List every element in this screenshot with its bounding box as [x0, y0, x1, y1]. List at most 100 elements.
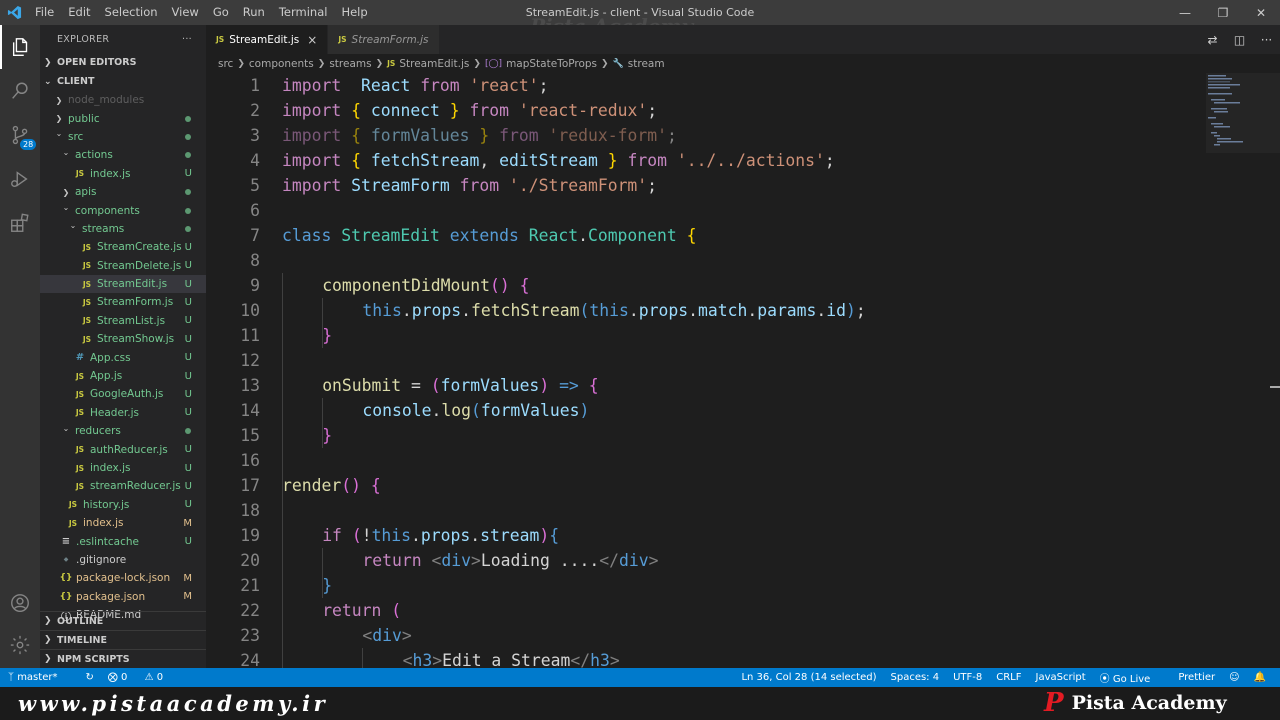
tree-item-label: StreamEdit.js — [97, 278, 168, 291]
line-number: 5 — [250, 176, 260, 195]
branch-indicator[interactable]: ᛉ master* — [8, 672, 71, 683]
menu-terminal[interactable]: Terminal — [272, 0, 335, 25]
sync-icon[interactable]: ↻ — [85, 672, 93, 683]
outline-section[interactable]: ❯ OUTLINE — [40, 611, 206, 630]
settings-gear-icon[interactable] — [0, 623, 40, 667]
menu-view[interactable]: View — [165, 0, 206, 25]
explorer-icon[interactable] — [0, 25, 40, 69]
more-actions-icon[interactable]: ··· — [1253, 33, 1280, 47]
problems-indicator[interactable]: ⨂ 0 ⚠ 0 — [108, 672, 177, 683]
tree-item[interactable]: JS App.js U — [40, 367, 206, 385]
menu-edit[interactable]: Edit — [61, 0, 97, 25]
code-token: ; — [538, 76, 549, 95]
code-token: } — [449, 101, 460, 120]
code-token: from — [420, 76, 460, 95]
tree-item-label: components — [75, 204, 140, 217]
extensions-icon[interactable] — [0, 201, 40, 245]
tree-item[interactable]: JS index.js U — [40, 165, 206, 183]
breadcrumb-symbol-stream[interactable]: stream — [628, 58, 665, 70]
tree-item[interactable]: ⌄ src — [40, 128, 206, 146]
tree-item[interactable]: JS StreamDelete.js U — [40, 257, 206, 275]
git-status-badge: U — [184, 296, 192, 308]
tree-item[interactable]: JS StreamEdit.js U — [40, 274, 206, 294]
indentation[interactable]: Spaces: 4 — [891, 672, 940, 683]
go-live-button[interactable]: ⦿ Go Live — [1100, 670, 1165, 685]
chevron-down-icon: ⌄ — [62, 423, 70, 433]
tree-item[interactable]: ⌄ components — [40, 201, 206, 219]
tree-item[interactable]: {} package.json M — [40, 588, 206, 606]
tree-item[interactable]: JS history.js U — [40, 496, 206, 514]
menu-help[interactable]: Help — [334, 0, 374, 25]
language-mode[interactable]: JavaScript — [1036, 672, 1086, 683]
minimap[interactable] — [1206, 73, 1280, 668]
tree-item[interactable]: JS GoogleAuth.js U — [40, 385, 206, 403]
code-text: componentDidMount() { — [322, 273, 529, 298]
menu-run[interactable]: Run — [236, 0, 272, 25]
search-icon[interactable] — [0, 69, 40, 113]
feedback-icon[interactable]: ☺ — [1229, 672, 1239, 683]
compare-changes-icon[interactable]: ⇄ — [1199, 33, 1226, 47]
code-token: ( — [470, 401, 481, 420]
tree-item[interactable]: JS Header.js U — [40, 404, 206, 422]
client-root-section[interactable]: ⌄ CLIENT — [40, 72, 206, 91]
encoding[interactable]: UTF-8 — [953, 672, 982, 683]
menu-file[interactable]: File — [28, 0, 61, 25]
tree-item[interactable]: ≡ .eslintcache U — [40, 532, 206, 550]
code-token: import — [282, 176, 342, 195]
code-token: . — [431, 401, 442, 420]
tree-item[interactable]: JS StreamShow.js U — [40, 330, 206, 348]
code-token: ! — [361, 526, 372, 545]
cursor-position[interactable]: Ln 36, Col 28 (14 selected) — [741, 672, 876, 683]
code-token: div — [441, 551, 471, 570]
tree-item[interactable]: ◆ .gitignore — [40, 551, 206, 569]
tree-item[interactable]: ❯ node_modules — [40, 91, 206, 109]
prettier-status[interactable]: Prettier — [1178, 672, 1215, 683]
tree-item[interactable]: ⌄ streams — [40, 220, 206, 238]
close-window-icon[interactable]: ✕ — [1242, 0, 1280, 25]
restore-icon[interactable]: ❐ — [1204, 0, 1242, 25]
tree-item[interactable]: JS authReducer.js U — [40, 440, 206, 458]
tab-streamform[interactable]: JS StreamForm.js — [328, 25, 440, 54]
code-token: params — [757, 301, 817, 320]
js-file-icon: JS — [82, 297, 92, 307]
more-actions-icon[interactable]: ··· — [182, 34, 192, 45]
code-token: h3 — [590, 651, 610, 668]
breadcrumb-components[interactable]: components — [249, 58, 314, 70]
timeline-section[interactable]: ❯ TIMELINE — [40, 630, 206, 649]
breadcrumb-streams[interactable]: streams — [329, 58, 371, 70]
tree-item[interactable]: ⌄ reducers — [40, 422, 206, 440]
menu-go[interactable]: Go — [206, 0, 236, 25]
tree-item[interactable]: ⌄ actions — [40, 146, 206, 164]
tab-streamedit[interactable]: JS StreamEdit.js × — [206, 25, 329, 54]
tree-item[interactable]: # App.css U — [40, 348, 206, 366]
tree-item[interactable]: JS StreamCreate.js U — [40, 238, 206, 256]
menu-selection[interactable]: Selection — [98, 0, 165, 25]
code-token: < — [362, 626, 373, 645]
npm-scripts-section[interactable]: ❯ NPM SCRIPTS — [40, 649, 206, 668]
open-editors-section[interactable]: ❯ OPEN EDITORS — [40, 53, 206, 72]
breadcrumb-src[interactable]: src — [218, 58, 233, 70]
tree-item[interactable]: JS index.js M — [40, 514, 206, 532]
tree-item[interactable]: JS StreamList.js U — [40, 312, 206, 330]
run-debug-icon[interactable] — [0, 157, 40, 201]
split-editor-icon[interactable]: ◫ — [1226, 33, 1253, 47]
js-file-icon: JS — [75, 389, 85, 399]
tree-item[interactable]: ❯ public — [40, 109, 206, 127]
notifications-bell-icon[interactable]: 🔔 — [1254, 672, 1266, 683]
breadcrumb-symbol-mapstatetoprops[interactable]: mapStateToProps — [506, 58, 597, 70]
code-token: extends — [449, 226, 519, 245]
tree-item[interactable]: JS StreamForm.js U — [40, 293, 206, 311]
tree-item[interactable]: JS streamReducer.js U — [40, 477, 206, 495]
code-editor[interactable]: 1 import React from 'react'; 2 import { con… — [206, 73, 1206, 668]
tree-item[interactable]: {} package-lock.json M — [40, 569, 206, 587]
account-icon[interactable] — [0, 581, 40, 625]
tree-item[interactable]: ❯ apis — [40, 183, 206, 201]
code-token: . — [411, 526, 421, 545]
close-tab-icon[interactable]: × — [307, 33, 317, 47]
tree-item[interactable]: JS index.js U — [40, 459, 206, 477]
line-ending[interactable]: CRLF — [996, 672, 1021, 683]
source-control-icon[interactable]: 28 — [0, 113, 40, 157]
minimize-icon[interactable]: — — [1166, 0, 1204, 25]
breadcrumb-file[interactable]: StreamEdit.js — [399, 58, 469, 70]
